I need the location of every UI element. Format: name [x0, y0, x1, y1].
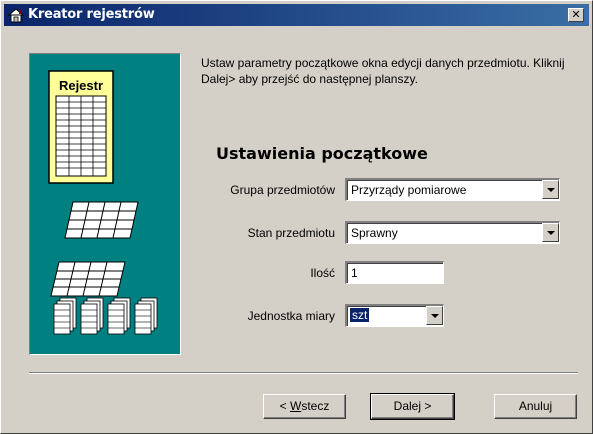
group-select[interactable]: Przyrządy pomiarowe: [345, 178, 560, 201]
wizard-illustration: Rejestr: [29, 53, 181, 355]
title-bar[interactable]: Kreator rejestrów ✕: [4, 4, 589, 26]
table-sheet-icon: [64, 201, 139, 239]
state-select[interactable]: Sprawny: [345, 221, 560, 244]
back-button-label: stecz: [301, 399, 330, 413]
unit-label: Jednostka miary: [247, 309, 335, 323]
state-dropdown-button[interactable]: [542, 223, 559, 242]
wizard-window: Kreator rejestrów ✕ Rejestr Ustaw parame…: [0, 0, 593, 434]
instructions-text: Ustaw parametry początkowe okna edycji d…: [201, 56, 565, 86]
unit-select[interactable]: szt: [345, 304, 444, 327]
separator-highlight: [29, 373, 578, 374]
window-title: Kreator rejestrów: [28, 7, 155, 22]
chevron-down-icon: [547, 188, 555, 192]
group-label: Grupa przedmiotów: [230, 183, 335, 197]
register-illustration-svg: Rejestr: [48, 70, 158, 335]
table-sheet-icon: [50, 261, 126, 297]
quantity-input[interactable]: 1: [345, 261, 444, 284]
back-button-mnemonic: W: [290, 399, 302, 413]
state-select-value: Sprawny: [351, 226, 398, 240]
back-button-prefix: <: [279, 399, 290, 413]
unit-dropdown-button[interactable]: [426, 306, 443, 325]
chevron-down-icon: [547, 231, 555, 235]
chevron-down-icon: [431, 314, 439, 318]
state-label: Stan przedmiotu: [247, 226, 335, 240]
group-select-value: Przyrządy pomiarowe: [351, 183, 467, 197]
group-dropdown-button[interactable]: [542, 180, 559, 199]
back-button[interactable]: < Wstecz: [263, 394, 346, 419]
quantity-label: Ilość: [310, 266, 335, 280]
app-icon: [7, 7, 25, 23]
quantity-input-value: 1: [351, 266, 358, 280]
close-icon: ✕: [571, 8, 581, 21]
unit-select-value: szt: [348, 307, 371, 323]
next-button[interactable]: Dalej >: [370, 393, 455, 420]
cancel-button[interactable]: Anuluj: [494, 394, 577, 419]
close-button[interactable]: ✕: [568, 8, 584, 22]
register-card-icon: Rejestr: [48, 70, 114, 184]
stacked-cards-icon: [53, 297, 158, 335]
register-card-title: Rejestr: [59, 78, 103, 93]
section-title: Ustawienia początkowe: [216, 144, 428, 163]
